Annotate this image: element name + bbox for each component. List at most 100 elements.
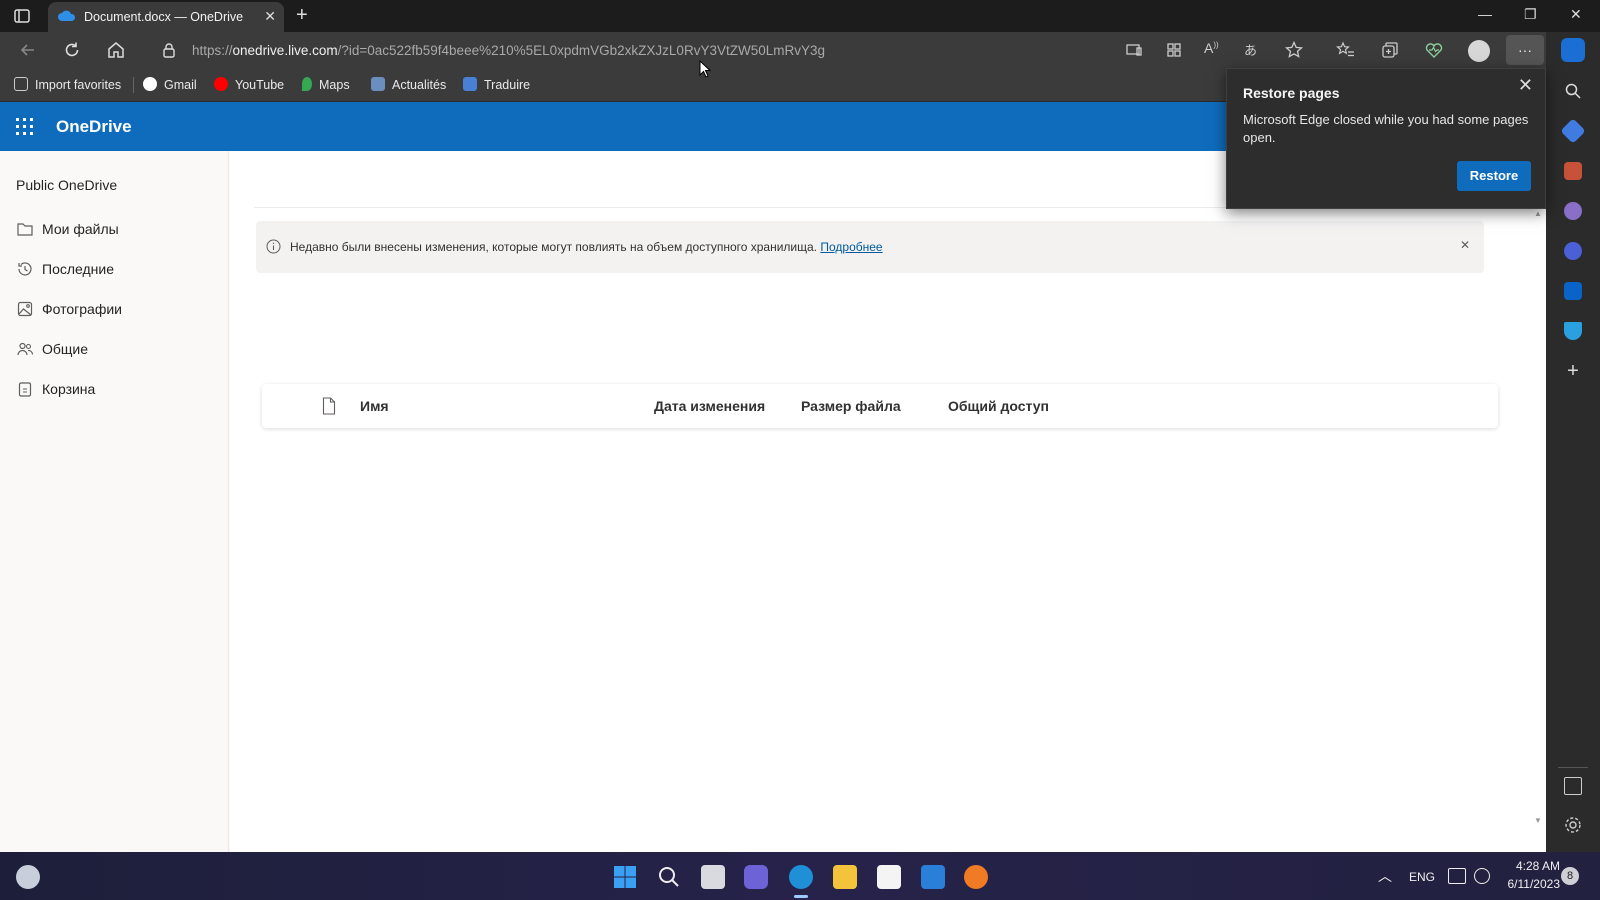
notification-badge[interactable]: 8 xyxy=(1561,867,1579,885)
favorites-divider xyxy=(133,77,134,93)
restore-window-icon[interactable]: ❐ xyxy=(1524,6,1537,23)
close-window-icon[interactable]: ✕ xyxy=(1570,6,1582,23)
translate-page-icon[interactable]: あ xyxy=(1244,40,1264,60)
tab-title: Document.docx — OneDrive xyxy=(84,10,244,24)
clock-time[interactable]: 4:28 AM xyxy=(1512,859,1560,873)
browser-tab[interactable]: Document.docx — OneDrive ✕ xyxy=(48,2,284,32)
bing-chat-icon[interactable] xyxy=(1561,38,1585,62)
app-launcher-waffle-icon[interactable] xyxy=(16,118,34,136)
photo-icon xyxy=(17,301,33,317)
favorite-news[interactable]: Actualités xyxy=(371,77,446,92)
onedrive-brand[interactable]: OneDrive xyxy=(56,117,132,137)
favorite-maps[interactable]: Maps xyxy=(302,77,350,92)
back-icon[interactable] xyxy=(18,40,38,60)
google-icon xyxy=(143,77,157,91)
scroll-down-arrow-icon[interactable]: ▼ xyxy=(1534,816,1542,825)
favorite-label: Maps xyxy=(319,78,350,92)
sidebar-settings-gear-icon[interactable] xyxy=(1564,816,1582,834)
tab-strip: Document.docx — OneDrive ✕ + — ❐ ✕ xyxy=(0,0,1600,32)
favorite-youtube[interactable]: YouTube xyxy=(214,77,284,92)
nav-item-my-files[interactable]: Мои файлы xyxy=(14,214,214,244)
task-view-icon[interactable] xyxy=(701,865,725,889)
learn-more-link[interactable]: Подробнее xyxy=(820,240,882,254)
teams-chat-icon[interactable] xyxy=(744,865,768,889)
firefox-icon[interactable] xyxy=(964,865,988,889)
nav-item-photos[interactable]: Фотографии xyxy=(14,294,214,324)
edge-sidebar: + xyxy=(1546,32,1600,852)
folder-icon xyxy=(17,223,33,236)
mail-icon[interactable] xyxy=(921,865,945,889)
close-tab-icon[interactable]: ✕ xyxy=(264,8,276,25)
column-name[interactable]: Имя xyxy=(360,398,389,414)
active-app-indicator xyxy=(794,895,808,898)
mouse-cursor-icon xyxy=(699,59,712,83)
volume-icon[interactable] xyxy=(1474,868,1490,884)
nav-item-label: Последние xyxy=(42,261,115,277)
url-text[interactable]: https://onedrive.live.com/?id=0ac522fb59… xyxy=(192,43,825,58)
url-domain: onedrive.live.com xyxy=(232,43,338,58)
start-windows-icon[interactable] xyxy=(613,865,637,889)
favorites-list-icon[interactable] xyxy=(1336,40,1356,60)
nav-item-recent[interactable]: Последние xyxy=(14,254,214,284)
minimize-icon[interactable]: — xyxy=(1478,6,1492,22)
recycle-bin-icon xyxy=(18,382,32,397)
app-available-icon[interactable] xyxy=(1124,40,1144,60)
scroll-up-arrow-icon[interactable]: ▲ xyxy=(1534,209,1542,218)
nav-item-recycle-bin[interactable]: Корзина xyxy=(14,374,214,404)
microsoft-365-icon[interactable] xyxy=(1564,242,1582,260)
browser-essentials-icon[interactable] xyxy=(1424,40,1444,60)
apps-grid-icon[interactable] xyxy=(1164,40,1184,60)
network-icon[interactable] xyxy=(1448,868,1466,884)
news-icon xyxy=(371,77,385,91)
weather-widget-icon[interactable] xyxy=(16,865,40,889)
address-bar[interactable]: https://onedrive.live.com/?id=0ac522fb59… xyxy=(148,35,1128,65)
drop-icon[interactable] xyxy=(1564,322,1582,340)
home-icon[interactable] xyxy=(106,40,126,60)
new-tab-icon[interactable]: + xyxy=(296,4,308,27)
url-path: /?id=0ac522fb59f4beee%210%5EL0xpdmVGb2xk… xyxy=(337,43,825,58)
dismiss-banner-icon[interactable]: ✕ xyxy=(1460,238,1470,252)
taskbar-search-icon[interactable] xyxy=(657,865,681,889)
outlook-icon[interactable] xyxy=(1564,282,1582,300)
restore-button[interactable]: Restore xyxy=(1457,161,1531,191)
nav-item-label: Фотографии xyxy=(42,301,123,317)
translate-icon xyxy=(463,77,477,91)
settings-more-icon[interactable]: ··· xyxy=(1506,35,1544,65)
popup-message: Microsoft Edge closed while you had some… xyxy=(1243,112,1529,145)
favorite-gmail[interactable]: Gmail xyxy=(143,77,197,92)
nav-item-shared[interactable]: Общие xyxy=(14,334,214,364)
restore-pages-popup: Restore pages ✕ Microsoft Edge closed wh… xyxy=(1226,68,1546,209)
tray-chevron-icon[interactable]: ︿ xyxy=(1378,866,1392,886)
hide-sidebar-icon[interactable] xyxy=(1564,777,1582,795)
maps-pin-icon xyxy=(302,77,312,91)
edge-browser-icon[interactable] xyxy=(789,865,813,889)
add-sidebar-app-icon[interactable]: + xyxy=(1564,361,1582,381)
column-sharing[interactable]: Общий доступ xyxy=(948,398,1049,414)
file-explorer-icon[interactable] xyxy=(833,865,857,889)
clock-date[interactable]: 6/11/2023 xyxy=(1502,877,1561,891)
microsoft-store-icon[interactable] xyxy=(877,865,901,889)
favorite-translate[interactable]: Traduire xyxy=(463,77,530,92)
input-language[interactable]: ENG xyxy=(1409,870,1435,884)
favorite-star-icon[interactable] xyxy=(1284,40,1304,60)
history-icon xyxy=(18,262,32,276)
tools-briefcase-icon[interactable] xyxy=(1564,162,1582,180)
shopping-tag-icon[interactable] xyxy=(1560,118,1586,144)
column-modified[interactable]: Дата изменения xyxy=(654,398,765,414)
collections-icon[interactable] xyxy=(1380,40,1400,60)
windows-taskbar: ︿ ENG 4:28 AM 6/11/2023 8 xyxy=(0,852,1600,900)
file-list-header: Имя Дата изменения Размер файла Общий до… xyxy=(262,384,1498,428)
profile-avatar-icon[interactable] xyxy=(1468,40,1490,62)
read-aloud-icon[interactable]: A)) xyxy=(1204,40,1224,60)
close-popup-icon[interactable]: ✕ xyxy=(1518,75,1533,96)
tab-actions-icon[interactable] xyxy=(12,7,32,25)
file-type-icon[interactable] xyxy=(322,397,336,420)
onedrive-app: OneDrive Public OneDrive Мои файлы После… xyxy=(0,102,1546,852)
column-file-size[interactable]: Размер файла xyxy=(801,398,901,414)
search-icon[interactable] xyxy=(1564,82,1582,100)
favorite-import[interactable]: Import favorites xyxy=(14,77,121,92)
refresh-icon[interactable] xyxy=(62,40,82,60)
import-favorites-icon xyxy=(14,77,28,91)
lock-icon[interactable] xyxy=(162,42,176,63)
games-icon[interactable] xyxy=(1564,202,1582,220)
